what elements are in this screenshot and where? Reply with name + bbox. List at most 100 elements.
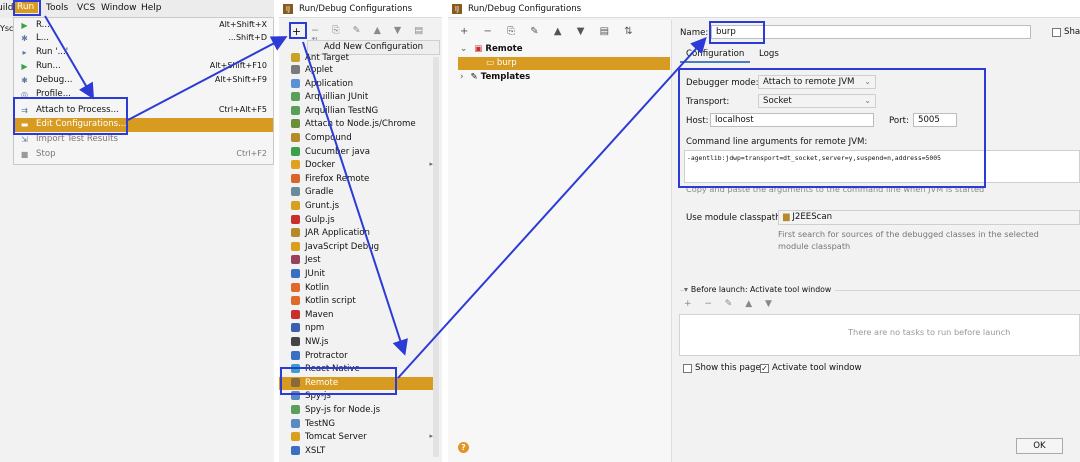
run-menu-item[interactable]: ✱ Debug... Alt+Shift+F9: [14, 74, 273, 88]
configuration-type-list: Ant Target Applet Application Arquillian JU…: [279, 50, 439, 462]
config-type-item[interactable]: XSLT: [291, 445, 439, 459]
module-classpath-select[interactable]: ▆ J2EEScan: [778, 210, 1080, 225]
config-type-item[interactable]: Docker ▸: [291, 159, 439, 173]
config-type-item[interactable]: Kotlin: [291, 282, 439, 296]
config-type-item[interactable]: JavaScript Debug: [291, 241, 439, 255]
run-menu-item-label: Edit Configurations...: [36, 119, 127, 129]
config-type-item[interactable]: Applet: [291, 64, 439, 78]
config-type-icon: [291, 160, 300, 170]
run-menu-item-shortcut: Alt+Shift+F10: [209, 61, 267, 70]
config-type-item[interactable]: Remote: [279, 376, 437, 391]
transport-select[interactable]: Socket ⌄: [758, 94, 876, 108]
before-launch-toolbar[interactable]: + − ✎ ▲ ▼: [684, 299, 777, 309]
config-type-label: Attach to Node.js/Chrome: [305, 119, 416, 130]
port-field[interactable]: 5005: [913, 113, 957, 127]
before-launch-title[interactable]: ▾ Before launch: Activate tool window: [684, 285, 836, 294]
project-fragment: Ysc: [0, 24, 14, 33]
debugger-mode-select[interactable]: Attach to remote JVM ⌄: [758, 75, 876, 89]
window-title: Run/Debug Configurations: [299, 4, 413, 14]
config-type-item[interactable]: Arquillian TestNG: [291, 105, 439, 119]
run-menu-item[interactable]: ⇲ Import Test Results: [14, 133, 273, 147]
window-title: Run/Debug Configurations: [468, 4, 582, 14]
config-type-item[interactable]: Spy-js for Node.js: [291, 404, 439, 418]
run-menu-item[interactable]: ■ Stop Ctrl+F2: [14, 148, 273, 162]
config-type-icon: [291, 214, 300, 224]
menu-window[interactable]: Window: [101, 3, 137, 13]
config-type-item[interactable]: Gradle: [291, 186, 439, 200]
intellij-icon: IJ: [452, 4, 462, 14]
empty-tasks-message: There are no tasks to run before launch: [848, 327, 1011, 337]
run-menu-item-label: R...: [36, 20, 50, 30]
run-icon: ▶: [21, 62, 28, 71]
config-type-item[interactable]: JAR Application: [291, 227, 439, 241]
menu-help[interactable]: Help: [141, 3, 162, 13]
menu-build[interactable]: uild: [0, 3, 13, 13]
config-type-icon: [291, 269, 300, 278]
tab-configuration[interactable]: Configuration: [686, 49, 744, 59]
cmd-args-field[interactable]: -agentlib:jdwp=transport=dt_socket,serve…: [684, 150, 1080, 183]
config-type-item[interactable]: Attach to Node.js/Chrome: [291, 118, 439, 132]
list-scrollbar[interactable]: [433, 57, 439, 457]
config-type-item[interactable]: Application: [291, 78, 439, 92]
run-menu-item[interactable]: ▶ Run... Alt+Shift+F10: [14, 60, 273, 74]
config-type-item[interactable]: JUnit: [291, 268, 439, 282]
run-menu-item[interactable]: ▸ Run '...': [14, 46, 273, 60]
config-type-label: Maven: [305, 309, 334, 320]
show-page-checkbox[interactable]: [683, 364, 692, 373]
menu-tools[interactable]: Tools: [46, 3, 68, 13]
config-type-label: Protractor: [305, 350, 348, 361]
name-field[interactable]: burp: [711, 25, 1031, 39]
config-type-item[interactable]: Cucumber java: [291, 146, 439, 160]
tree-node-templates[interactable]: › ✎ Templates: [460, 72, 530, 82]
share-label: Shar: [1064, 27, 1080, 37]
config-type-icon: [291, 350, 300, 360]
config-type-icon: [291, 391, 300, 401]
config-type-item[interactable]: npm: [291, 322, 439, 336]
config-type-item[interactable]: Arquillian JUnit: [291, 91, 439, 105]
config-type-label: Arquillian JUnit: [305, 92, 369, 103]
run-menu-item-label: Profile...: [36, 89, 71, 99]
run-menu-item-shortcut: Ctrl+Alt+F5: [218, 105, 267, 114]
config-type-item[interactable]: Firefox Remote: [291, 173, 439, 187]
config-type-item[interactable]: Compound: [291, 132, 439, 146]
tree-node-remote[interactable]: ⌄ ▣ Remote: [460, 44, 523, 54]
run-menu-item[interactable]: ✱ L... ...Shift+D: [14, 32, 273, 46]
menu-vcs[interactable]: VCS: [77, 3, 95, 13]
tree-toolbar[interactable]: + − ⎘ ✎ ▲ ▼ ▤ ⇅: [460, 26, 660, 40]
config-type-icon: [291, 201, 300, 210]
run-menu-item[interactable]: ▬ Edit Configurations...: [14, 118, 273, 132]
config-type-item[interactable]: Spy-js: [291, 390, 439, 404]
menu-run[interactable]: Run: [13, 1, 39, 13]
config-type-item[interactable]: React Native: [291, 363, 439, 377]
config-type-label: Application: [305, 78, 354, 89]
tree-node-burp[interactable]: ▭ burp: [458, 57, 670, 70]
help-icon[interactable]: ?: [458, 442, 469, 453]
run-menu-panel: uild Run Tools VCS Window Help Ysc ▶ R...…: [0, 0, 274, 462]
run-menu-item-shortcut: Alt+Shift+F9: [214, 75, 267, 84]
add-configuration-button[interactable]: +: [290, 25, 303, 38]
config-type-item[interactable]: Jest: [291, 254, 439, 268]
config-type-item[interactable]: Tomcat Server ▸: [291, 431, 439, 445]
run-menu-item[interactable]: ▶ R... Alt+Shift+X: [14, 19, 273, 33]
config-type-item[interactable]: Protractor: [291, 350, 439, 364]
host-field[interactable]: localhost: [710, 113, 874, 127]
share-checkbox[interactable]: [1052, 28, 1061, 37]
config-type-label: Grunt.js: [305, 201, 340, 211]
config-type-item[interactable]: Kotlin script: [291, 295, 439, 309]
activate-tool-checkbox[interactable]: ✓: [760, 364, 769, 373]
config-type-item[interactable]: Maven: [291, 309, 439, 323]
ok-button[interactable]: OK: [1016, 438, 1063, 454]
config-type-label: Cucumber java: [305, 146, 371, 157]
config-type-item[interactable]: NW.js: [291, 336, 439, 350]
config-type-label: Arquillian TestNG: [305, 105, 379, 116]
config-type-icon: [291, 78, 300, 88]
config-type-item[interactable]: Gulp.js: [291, 214, 439, 228]
config-type-label: Gradle: [305, 187, 334, 198]
config-type-item[interactable]: Grunt.js: [291, 200, 439, 214]
run-menu-item[interactable]: ◎ Profile...: [14, 88, 273, 102]
config-type-icon: [291, 405, 300, 414]
config-type-item[interactable]: TestNG: [291, 418, 439, 432]
tab-logs[interactable]: Logs: [759, 49, 779, 59]
run-menu-item[interactable]: ⇉ Attach to Process... Ctrl+Alt+F5: [14, 104, 273, 118]
run-config-icon: ▸: [22, 48, 27, 57]
